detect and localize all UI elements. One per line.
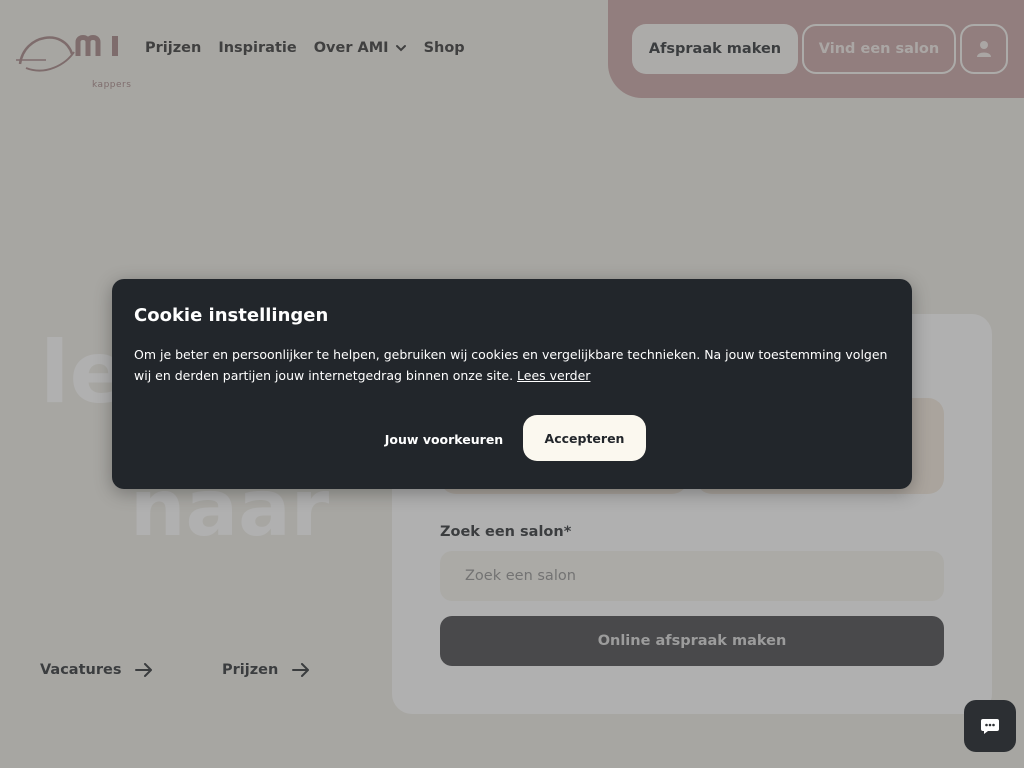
cookie-modal-text: Om je beter en persoonlijker te helpen, … [134, 344, 894, 386]
preferences-button[interactable]: Jouw voorkeuren [380, 416, 508, 462]
lees-verder-link[interactable]: Lees verder [517, 368, 590, 383]
accept-button[interactable]: Accepteren [523, 415, 646, 461]
chat-bubble-icon [981, 719, 999, 734]
cookie-modal: Cookie instellingen Om je beter en perso… [112, 279, 912, 489]
chat-button[interactable] [964, 700, 1016, 752]
cookie-modal-title: Cookie instellingen [134, 305, 329, 326]
cookie-body-text: Om je beter en persoonlijker te helpen, … [134, 347, 888, 383]
